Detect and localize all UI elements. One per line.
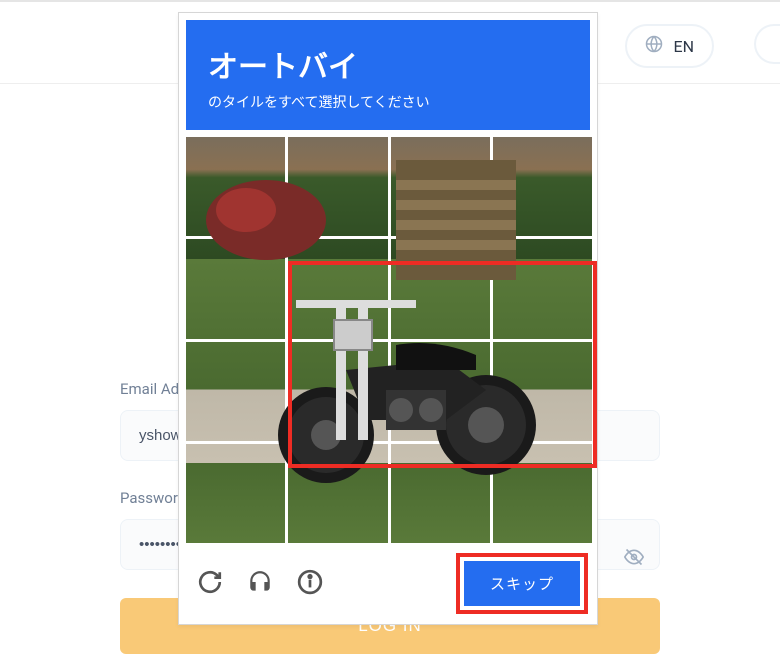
captcha-tile[interactable] xyxy=(186,239,285,338)
captcha-tile[interactable] xyxy=(186,444,285,543)
captcha-tile[interactable] xyxy=(186,137,285,236)
captcha-tile[interactable] xyxy=(493,342,592,441)
captcha-tile[interactable] xyxy=(391,239,490,338)
info-icon[interactable] xyxy=(297,569,323,599)
skip-button[interactable]: スキップ xyxy=(464,561,580,606)
captcha-subtitle: のタイルをすべて選択してください xyxy=(208,92,568,112)
captcha-title: オートバイ xyxy=(208,42,568,86)
captcha-tile[interactable] xyxy=(391,342,490,441)
captcha-tile[interactable] xyxy=(288,342,387,441)
recaptcha-challenge: オートバイ のタイルをすべて選択してください xyxy=(178,12,598,625)
annotation-highlight-skip: スキップ xyxy=(456,553,588,614)
reload-icon[interactable] xyxy=(197,569,223,599)
captcha-tile[interactable] xyxy=(493,239,592,338)
captcha-tile[interactable] xyxy=(288,137,387,236)
globe-icon xyxy=(645,35,663,57)
language-label: EN xyxy=(673,37,694,56)
captcha-tile[interactable] xyxy=(186,342,285,441)
captcha-header: オートバイ のタイルをすべて選択してください xyxy=(186,20,590,130)
captcha-tile[interactable] xyxy=(288,444,387,543)
captcha-tile[interactable] xyxy=(493,137,592,236)
visibility-off-icon[interactable] xyxy=(624,547,644,571)
header-right-button[interactable] xyxy=(754,24,780,64)
captcha-tile[interactable] xyxy=(493,444,592,543)
headphone-icon[interactable] xyxy=(247,569,273,599)
captcha-tile[interactable] xyxy=(288,239,387,338)
captcha-footer: スキップ xyxy=(179,543,597,624)
language-selector[interactable]: EN xyxy=(625,24,714,68)
captcha-tile[interactable] xyxy=(391,444,490,543)
captcha-image-grid xyxy=(186,137,592,543)
captcha-tile[interactable] xyxy=(391,137,490,236)
